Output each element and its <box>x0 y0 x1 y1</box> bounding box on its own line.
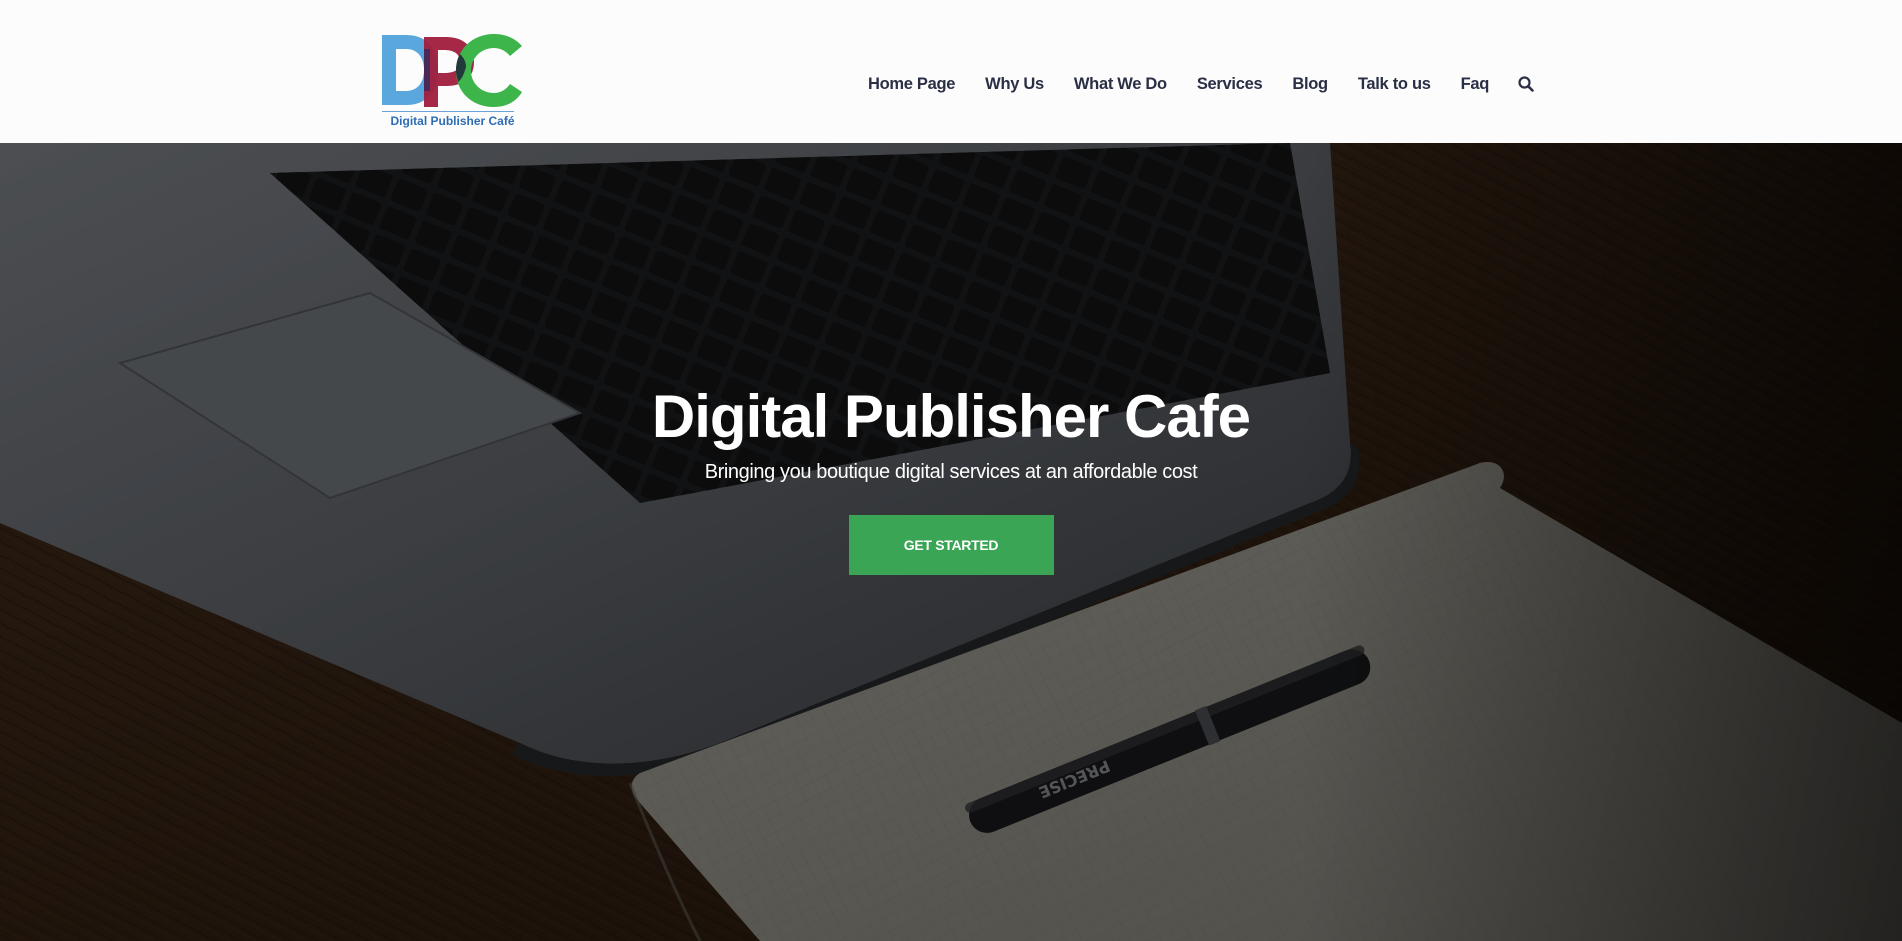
nav-talk-to-us[interactable]: Talk to us <box>1358 75 1431 94</box>
main-nav: Home Page Why Us What We Do Services Blo… <box>868 70 1535 98</box>
nav-why-us[interactable]: Why Us <box>985 75 1044 94</box>
nav-what-we-do[interactable]: What We Do <box>1074 75 1167 94</box>
logo-caption: Digital Publisher Café <box>390 114 515 128</box>
hero-section: PRECISE Digital Publisher Cafe Bringing … <box>0 143 1902 941</box>
nav-blog[interactable]: Blog <box>1292 75 1328 94</box>
get-started-button[interactable]: GET STARTED <box>848 515 1054 575</box>
search-icon[interactable] <box>1517 75 1535 93</box>
nav-services[interactable]: Services <box>1197 75 1263 94</box>
hero-title: Digital Publisher Cafe <box>651 383 1251 450</box>
nav-faq[interactable]: Faq <box>1461 75 1490 94</box>
dpc-logo-icon <box>382 34 522 107</box>
site-header: Digital Publisher Café Home Page Why Us … <box>0 0 1902 143</box>
logo-divider <box>382 111 514 112</box>
hero-content: Digital Publisher Cafe Bringing you bout… <box>0 381 1902 575</box>
hero-subtitle: Bringing you boutique digital services a… <box>704 461 1198 483</box>
site-logo[interactable]: Digital Publisher Café <box>380 32 525 130</box>
nav-home-page[interactable]: Home Page <box>868 75 955 94</box>
